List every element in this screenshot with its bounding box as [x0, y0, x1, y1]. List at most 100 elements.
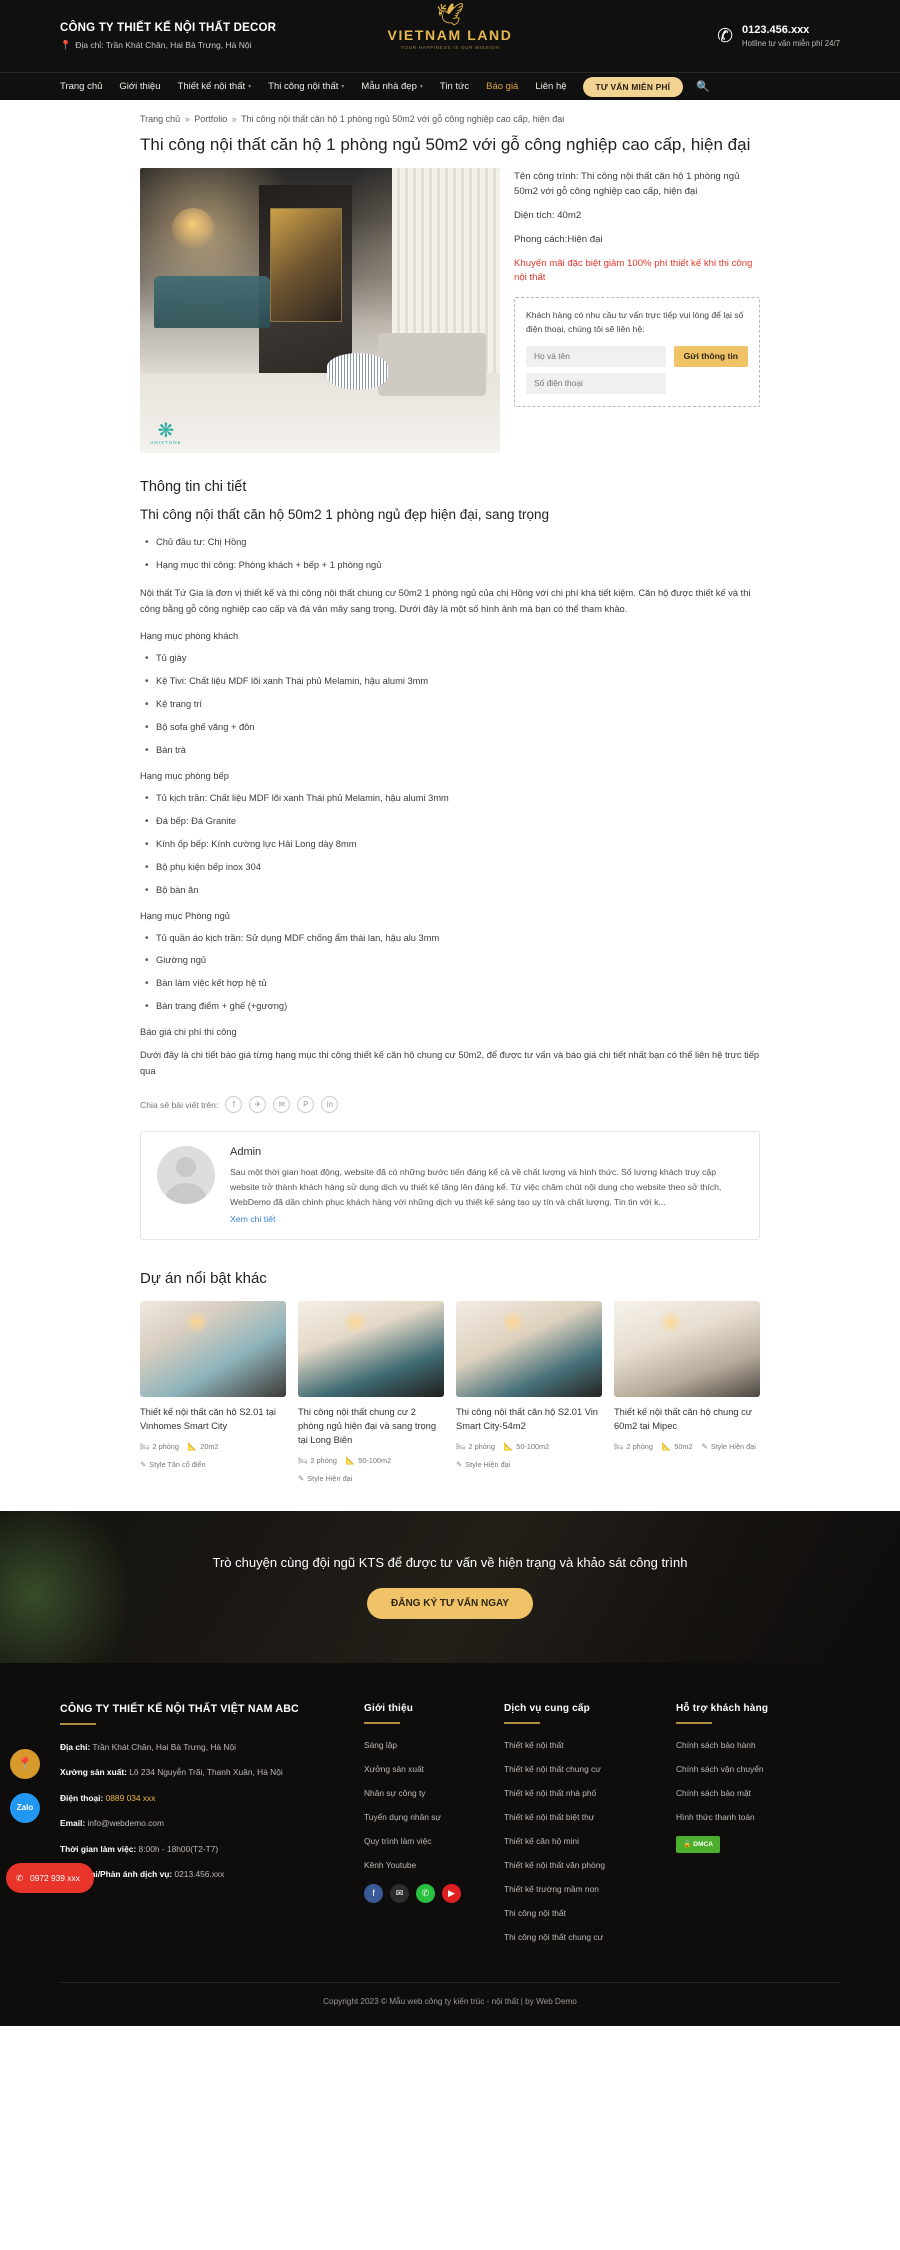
project-card[interactable]: Thi công nội thất căn hộ S2.01 Vin Smart… — [456, 1301, 602, 1483]
zalo-icon[interactable]: ✆ — [416, 1883, 435, 1903]
site-logo[interactable]: 🕊 VIETNAM LAND YOUR HAPPINESS IS OUR MIS… — [388, 4, 513, 51]
project-card[interactable]: Thi công nội thất chung cư 2 phòng ngủ h… — [298, 1301, 444, 1483]
breadcrumb-item-0[interactable]: Trang chủ — [140, 114, 180, 124]
project-card-title: Thiết kế nội thất căn hộ S2.01 tại Vinho… — [140, 1407, 276, 1432]
footer-link[interactable]: Kênh Youtube — [364, 1860, 482, 1870]
footer-rule — [364, 1721, 400, 1724]
article-subheading: Thi công nội thất căn hộ 50m2 1 phòng ng… — [140, 507, 550, 523]
nav-item-label: Mẫu nhà đẹp — [361, 81, 417, 92]
footer-link[interactable]: Thiết kế căn hộ mini — [504, 1836, 654, 1846]
map-pin-icon[interactable]: 📍 — [10, 1748, 40, 1779]
project-card[interactable]: Thiết kế nội thất căn hộ chung cư 60m2 t… — [614, 1301, 760, 1483]
section-item: Bộ sofa ghế văng + đôn — [140, 720, 760, 735]
style-icon: ✎ — [456, 1460, 463, 1470]
project-card[interactable]: Thiết kế nội thất căn hộ S2.01 tại Vinho… — [140, 1301, 286, 1483]
nav-item-6[interactable]: Báo giá — [486, 81, 518, 92]
footer-column-company: CÔNG TY THIẾT KẾ NỘI THẤT VIỆT NAM ABC Đ… — [60, 1703, 342, 1956]
footer-link[interactable]: Chính sách bảo mật — [676, 1788, 826, 1798]
submit-button[interactable]: Gửi thông tin — [673, 345, 748, 367]
image-watermark: ❋ UNISTONE — [150, 420, 182, 445]
footer-link[interactable]: Sáng lập — [364, 1740, 482, 1750]
nav-item-1[interactable]: Giới thiệu — [119, 81, 160, 92]
footer-link[interactable]: Xưởng sản xuất — [364, 1764, 482, 1774]
nav-item-4[interactable]: Mẫu nhà đẹp ▾ — [361, 81, 422, 92]
footer-link[interactable]: Thiết kế trường mầm non — [504, 1884, 654, 1894]
footer-contact-value: Trần Khát Chân, Hai Bà Trưng, Hà Nội — [90, 1741, 236, 1752]
hotline-note: Hotline tư vấn miễn phí 24/7 — [742, 39, 840, 48]
section-item: Giường ngủ — [140, 953, 760, 968]
search-icon[interactable]: 🔍 — [696, 80, 710, 93]
name-input[interactable] — [526, 345, 666, 367]
lead-capture-form: Khách hàng có nhu cầu tư vấn trực tiếp v… — [514, 297, 760, 407]
footer-link[interactable]: Thi công nội thất — [504, 1908, 654, 1918]
footer-link[interactable]: Nhân sự công ty — [364, 1788, 482, 1798]
style-icon: ✎ — [298, 1473, 305, 1483]
header-address-text: Địa chỉ: Trần Khát Chân, Hai Bà Trưng, H… — [75, 40, 252, 50]
card-rooms-text: 2 phòng — [468, 1442, 495, 1452]
breadcrumb-sep-1: » — [231, 114, 237, 124]
facebook-icon[interactable]: f — [225, 1096, 243, 1114]
cta-register-button[interactable]: ĐĂNG KÝ TƯ VẤN NGAY — [367, 1587, 533, 1619]
floating-hotline-button[interactable]: ✆ 0972 939 xxx — [6, 1862, 94, 1893]
footer-link[interactable]: Tuyển dụng nhân sự — [364, 1812, 482, 1822]
footer-link[interactable]: Thiết kế nội thất văn phòng — [504, 1860, 654, 1870]
footer-contact-value: 0213.456.xxx — [172, 1869, 225, 1880]
footer-link[interactable]: Chính sách bảo hành — [676, 1740, 826, 1750]
phone-icon: ✆ — [717, 25, 734, 47]
footer-about-heading: Giới thiệu — [364, 1702, 414, 1714]
footer-contact-value: 8:00h - 18h00(T2-T7) — [136, 1843, 219, 1854]
nav-item-7[interactable]: Liên hệ — [535, 81, 566, 92]
style-icon: ✎ — [701, 1442, 708, 1452]
mail-icon[interactable]: ✉ — [390, 1883, 409, 1903]
nav-item-label: Liên hệ — [535, 81, 567, 92]
footer-link[interactable]: Thiết kế nội thất nhà phố — [504, 1788, 654, 1798]
header-hotline[interactable]: ✆ 0123.456.xxx Hotline tư vấn miễn phí 2… — [717, 24, 840, 48]
card-style-text: Style Hiện đại — [710, 1442, 756, 1452]
footer-contact-line-5: Khiếu nại/Phản ánh dịch vụ: 0213.456.xxx — [60, 1868, 342, 1881]
nav-cta-button[interactable]: TƯ VẤN MIỄN PHÍ — [582, 76, 684, 97]
card-area-text: 50m2 — [674, 1442, 693, 1452]
bed-icon: 🛏 — [614, 1442, 624, 1452]
footer-link[interactable]: Hình thức thanh toán — [676, 1812, 826, 1822]
card-style: ✎ Style Hiện đại — [456, 1460, 510, 1469]
chevron-down-icon: ▾ — [419, 84, 423, 90]
card-rooms: 🛏 2 phòng — [140, 1442, 179, 1451]
card-rooms: 🛏 2 phòng — [614, 1442, 653, 1451]
main-navigation: Trang chủ Giới thiệu Thiết kế nội thất ▾ Thi… — [0, 72, 900, 100]
facebook-icon[interactable]: f — [364, 1883, 383, 1903]
nav-item-2[interactable]: Thiết kế nội thất ▾ — [178, 81, 252, 92]
footer-link[interactable]: Thiết kế nội thất — [504, 1740, 654, 1750]
dmca-badge[interactable]: 🔒 DMCA — [676, 1835, 720, 1853]
footer-link[interactable]: Quy trình làm việc — [364, 1836, 482, 1846]
card-light-glow — [183, 1310, 210, 1333]
footer-column-services: Dịch vụ cung cấp Thiết kế nội thất Thiết … — [504, 1703, 654, 1956]
email-icon[interactable]: ✉ — [273, 1096, 291, 1114]
hero-dining-chairs — [154, 276, 270, 328]
footer-rule — [676, 1721, 712, 1724]
nav-item-3[interactable]: Thi công nội thất ▾ — [268, 81, 344, 92]
author-detail-link[interactable]: Xem chi tiết — [230, 1214, 275, 1224]
footer-contact-label: Thời gian làm việc: — [60, 1843, 137, 1854]
phone-input[interactable] — [526, 372, 666, 394]
share-row: Chia sẻ bài viết trên: f ✈ ✉ P in — [140, 1096, 760, 1114]
nav-item-5[interactable]: Tin tức — [440, 81, 469, 92]
youtube-icon[interactable]: ▶ — [442, 1883, 461, 1903]
twitter-icon[interactable]: ✈ — [249, 1096, 267, 1114]
watermark-leaf-icon: ❋ — [157, 420, 175, 443]
zalo-icon[interactable]: Zalo — [10, 1792, 40, 1823]
author-bio: Sau một thời gian hoạt động, website đã … — [230, 1167, 722, 1208]
nav-item-0[interactable]: Trang chủ — [60, 81, 102, 92]
breadcrumb-item-1[interactable]: Portfolio — [194, 114, 227, 124]
card-style: ✎ Style Hiện đại — [702, 1442, 756, 1451]
footer-rule — [60, 1722, 96, 1725]
card-rooms-text: 2 phòng — [626, 1442, 653, 1452]
footer-link[interactable]: Thiết kế nội thất biệt thự — [504, 1812, 654, 1822]
footer-about-links: Sáng lập Xưởng sản xuất Nhân sự công ty Tuy… — [364, 1740, 482, 1870]
pinterest-icon[interactable]: P — [297, 1096, 315, 1114]
footer-link[interactable]: Thi công nội thất chung cư — [504, 1932, 654, 1942]
linkedin-icon[interactable]: in — [321, 1096, 339, 1114]
footer-link[interactable]: Chính sách vận chuyển — [676, 1764, 826, 1774]
floating-hotline-number: 0972 939 xxx — [30, 1872, 80, 1883]
footer-link[interactable]: Thiết kế nội thất chung cư — [504, 1764, 654, 1774]
area-icon: 📐 — [661, 1442, 672, 1452]
